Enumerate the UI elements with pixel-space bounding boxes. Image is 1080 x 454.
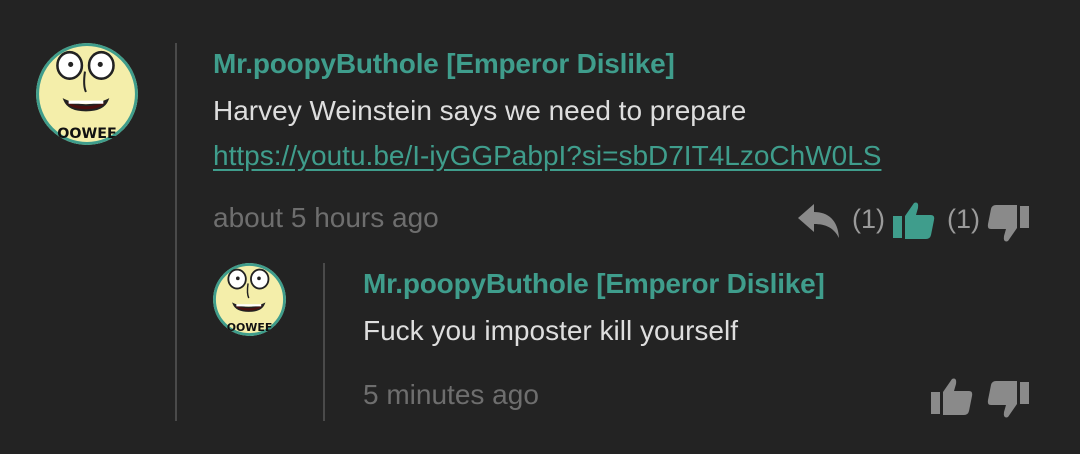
- comment-link[interactable]: https://youtu.be/I-iyGGPabpI?si=sbD7IT4L…: [213, 140, 881, 172]
- comment-text: Fuck you imposter kill yourself: [363, 315, 739, 346]
- avatar-image: OOWEE: [36, 43, 138, 145]
- comment-text: Harvey Weinstein says we need to prepare: [213, 95, 747, 126]
- thumbs-up-icon[interactable]: [930, 376, 974, 416]
- thumbs-down-icon[interactable]: [986, 380, 1030, 420]
- comment-timestamp: 5 minutes ago: [363, 379, 539, 410]
- like-count: (1): [852, 204, 885, 234]
- comment-timestamp: about 5 hours ago: [213, 202, 439, 233]
- thumbs-up-icon[interactable]: [892, 200, 936, 240]
- reply-arrow-icon[interactable]: [796, 200, 842, 242]
- thread-line: [175, 43, 177, 421]
- author-name[interactable]: Mr.poopyButhole [Emperor Dislike]: [363, 268, 825, 300]
- avatar[interactable]: OOWEE: [36, 43, 138, 145]
- avatar[interactable]: OOWEE: [213, 263, 286, 336]
- svg-text:OOWEE: OOWEE: [57, 126, 116, 142]
- thread-line: [323, 263, 325, 421]
- dislike-count: (1): [947, 204, 980, 234]
- thumbs-down-icon[interactable]: [986, 204, 1030, 244]
- author-name[interactable]: Mr.poopyButhole [Emperor Dislike]: [213, 48, 675, 80]
- avatar-image: OOWEE: [213, 263, 286, 336]
- svg-text:OOWEE: OOWEE: [227, 321, 273, 334]
